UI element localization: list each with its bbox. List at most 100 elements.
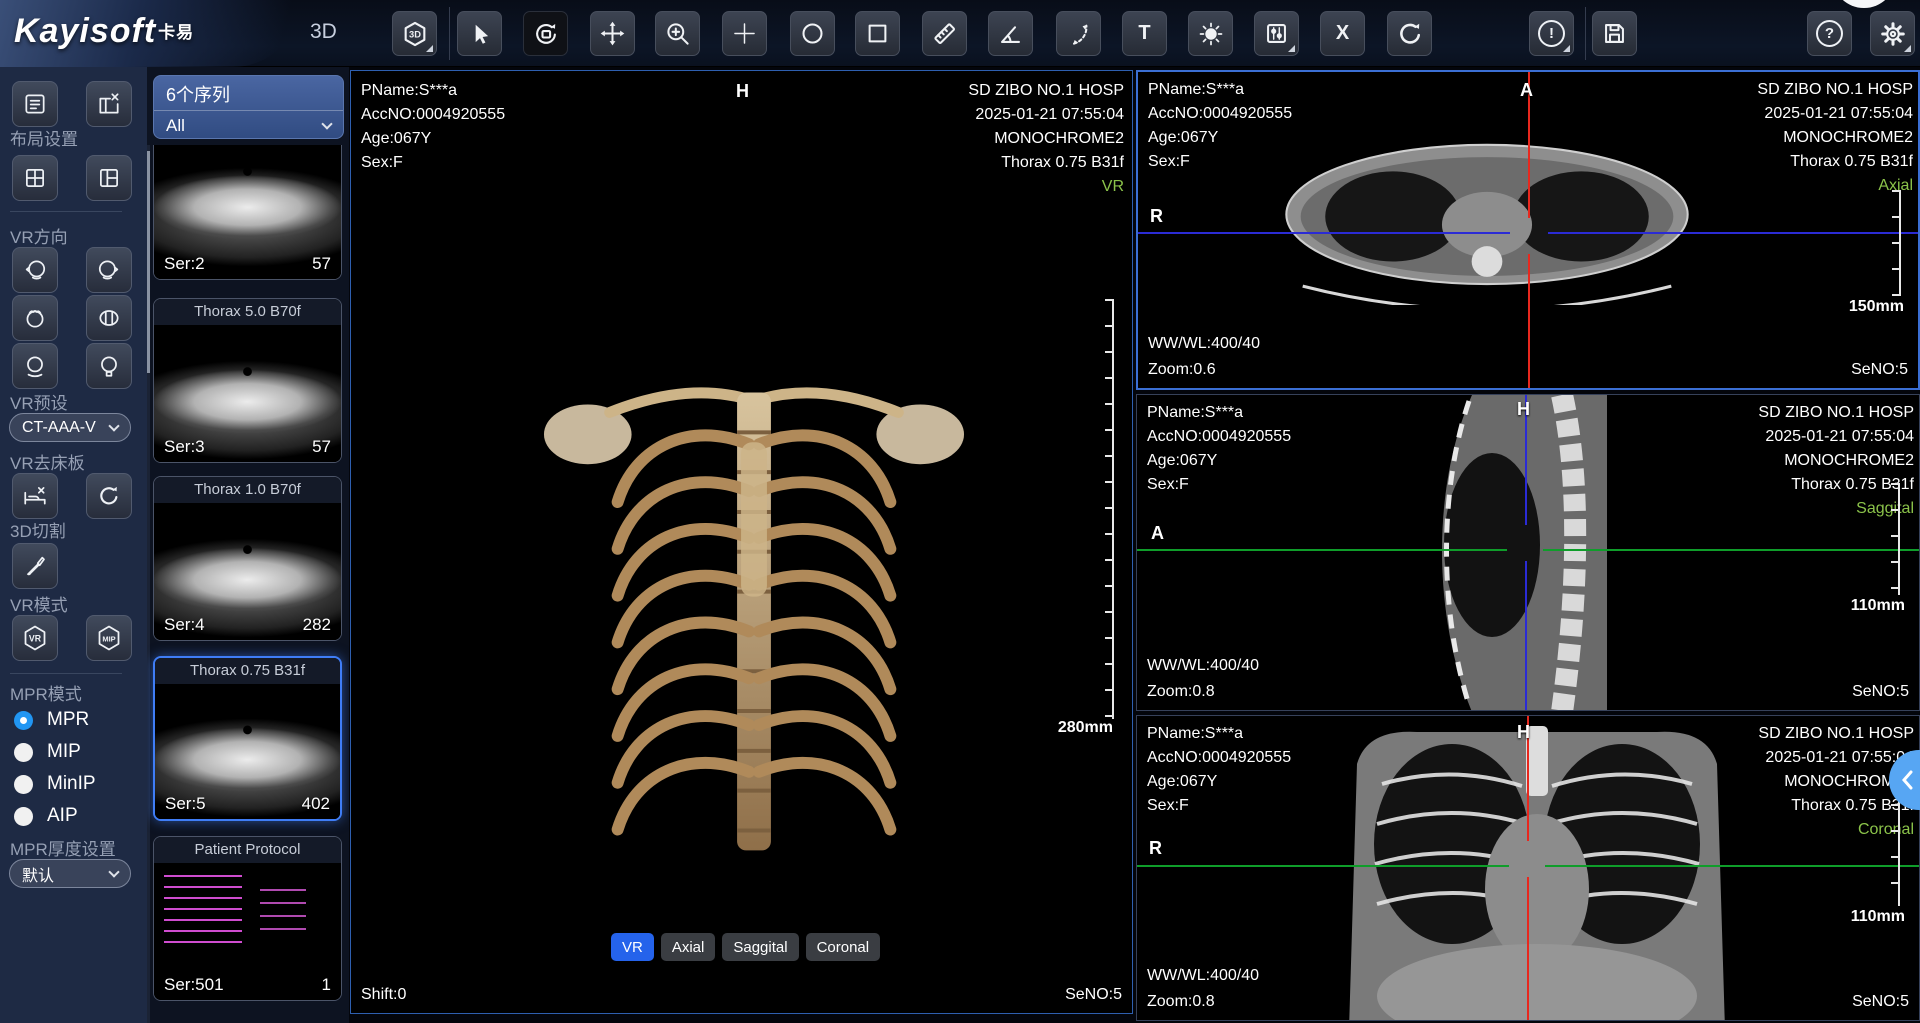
crosshair-horizontal-left[interactable] — [1137, 549, 1507, 551]
adjust-levels-button[interactable] — [1254, 11, 1299, 56]
crosshair-horizontal-right[interactable] — [1548, 232, 1918, 234]
coronal-view-button[interactable]: Coronal — [806, 933, 881, 961]
zoom-value: Zoom:0.6 — [1148, 358, 1216, 382]
text-annotation-button[interactable]: T — [1122, 11, 1167, 56]
zoom-value: Zoom:0.8 — [1147, 680, 1215, 704]
3d-cut-label: 3D切割 — [10, 517, 66, 542]
save-button[interactable] — [1592, 11, 1637, 56]
layout-split-button[interactable] — [86, 155, 132, 201]
top-toolbar: Kayisoft卡易 3D 3D — [0, 0, 1920, 67]
levels-sliders-icon — [1263, 20, 1290, 47]
bed-removal-button[interactable] — [12, 473, 58, 519]
axial-view-button[interactable]: Axial — [661, 933, 716, 961]
crosshair-horizontal-left[interactable] — [1137, 865, 1509, 867]
photometric: MONOCHROME2 — [968, 127, 1124, 151]
series-card-ser5-selected[interactable]: Thorax 0.75 B31f Ser:5 402 — [153, 656, 342, 821]
delete-annotations-button[interactable]: X — [1320, 11, 1365, 56]
vr-head-back-button[interactable] — [86, 343, 132, 389]
series-filter-value: All — [166, 116, 185, 136]
save-floppy-icon — [1601, 20, 1628, 47]
vr-head-band-button[interactable] — [86, 295, 132, 341]
vr-head-right-button[interactable] — [86, 247, 132, 293]
mpr-mode-radio-minip[interactable]: MinIP — [14, 773, 96, 795]
radio-icon[interactable] — [14, 807, 33, 826]
series-number-overlay: SeNO:5 — [1852, 990, 1909, 1014]
pan-tool-button[interactable] — [590, 11, 635, 56]
zoom-tool-button[interactable] — [655, 11, 700, 56]
mpr-thickness-label: MPR厚度设置 — [10, 835, 116, 860]
patient-sex: Sex:F — [1148, 150, 1292, 174]
chevron-down-icon — [108, 420, 119, 431]
series-card-ser4[interactable]: Thorax 1.0 B70f Ser:4 282 — [153, 476, 342, 641]
radio-selected-icon[interactable] — [14, 711, 33, 730]
radio-label: MinIP — [47, 773, 96, 795]
scale-label: 110mm — [1851, 597, 1905, 615]
reset-view-button[interactable] — [1387, 11, 1432, 56]
cobb-angle-tool-button[interactable] — [1056, 11, 1101, 56]
vr-head-left-button[interactable] — [12, 247, 58, 293]
crosshair-horizontal-right[interactable] — [1543, 549, 1919, 551]
coronal-viewport[interactable]: H R PName:S***a AccNO:0004920555 Age:067… — [1136, 715, 1920, 1021]
avatar[interactable] — [1832, 0, 1896, 8]
patient-name: PName:S***a — [361, 79, 505, 103]
vr-preset-select[interactable]: CT-AAA-V — [9, 413, 131, 442]
window-level-button[interactable] — [1188, 11, 1233, 56]
settings-button[interactable] — [1870, 11, 1915, 56]
series-filter-select[interactable]: All — [154, 110, 343, 139]
layout-grid-button[interactable] — [12, 155, 58, 201]
help-button[interactable]: ? — [1807, 11, 1852, 56]
hospital-name: SD ZIBO NO.1 HOSP — [968, 79, 1124, 103]
3d-view-selector-button[interactable]: 3D — [392, 11, 437, 56]
layout-split-icon — [96, 165, 122, 191]
crosshair-horizontal-left[interactable] — [1138, 232, 1510, 234]
rotate-3d-icon — [532, 20, 560, 48]
vr-head-top-button[interactable] — [12, 295, 58, 341]
series-card-ser2[interactable]: Ser:2 57 — [153, 145, 342, 280]
chevron-down-icon — [321, 118, 332, 129]
vr-mode-vr-button[interactable]: VR — [12, 615, 58, 661]
series-card-ser501[interactable]: Patient Protocol Ser:501 1 — [153, 836, 342, 1001]
crosshair-tool-button[interactable] — [722, 11, 767, 56]
mpr-mode-radio-aip[interactable]: AIP — [14, 805, 78, 827]
bed-removal-reset-button[interactable] — [86, 473, 132, 519]
study-datetime: 2025-01-21 07:55:04 — [1758, 746, 1914, 770]
toolbar-divider — [1585, 7, 1586, 60]
mpr-thickness-select[interactable]: 默认 — [9, 859, 131, 888]
crosshair-vertical-bottom[interactable] — [1528, 254, 1530, 388]
saggital-view-button[interactable]: Saggital — [722, 933, 798, 961]
series-card-ser3[interactable]: Thorax 5.0 B70f Ser:3 57 — [153, 298, 342, 463]
mpr-mode-radio-mpr[interactable]: MPR — [14, 709, 89, 731]
crosshair-icon — [731, 20, 758, 47]
radio-icon[interactable] — [14, 743, 33, 762]
ellipse-roi-button[interactable] — [790, 11, 835, 56]
crosshair-vertical-bottom[interactable] — [1525, 561, 1527, 710]
radio-icon[interactable] — [14, 775, 33, 794]
layout-x-icon — [96, 91, 122, 117]
layout-close-button[interactable] — [86, 81, 132, 127]
vr-mode-mip-button[interactable]: MIP — [86, 615, 132, 661]
report-button[interactable]: ! — [1529, 11, 1574, 56]
vr-view-button[interactable]: VR — [611, 933, 654, 961]
rect-roi-button[interactable] — [855, 11, 900, 56]
svg-text:VR: VR — [29, 633, 42, 643]
cursor-tool-button[interactable] — [457, 11, 502, 56]
mpr-mode-radio-mip[interactable]: MIP — [14, 741, 81, 763]
series-number: Ser:5 — [165, 794, 206, 814]
rotate-3d-tool-button[interactable] — [523, 11, 568, 56]
orientation-marker-top: H — [736, 81, 749, 102]
alert-icon: ! — [1538, 20, 1565, 47]
vr-viewport[interactable]: PName:S***a AccNO:0004920555 Age:067Y Se… — [350, 70, 1133, 1014]
crosshair-vertical-bottom[interactable] — [1527, 877, 1529, 1020]
angle-tool-button[interactable] — [988, 11, 1033, 56]
app-logo: Kayisoft卡易 — [14, 12, 194, 51]
crosshair-horizontal-right[interactable] — [1545, 865, 1919, 867]
coronal-ct-image — [1302, 724, 1772, 1021]
sagittal-viewport[interactable]: H A PName:S***a AccNO:0004920555 Age:067… — [1136, 394, 1920, 711]
photometric: MONOCHROME2 — [1758, 449, 1914, 473]
3d-cut-scalpel-button[interactable] — [12, 543, 58, 589]
bed-remove-icon — [22, 483, 48, 509]
axial-viewport[interactable]: A R PName:S***a AccNO:0004920555 Age:067… — [1136, 70, 1920, 390]
ruler-tool-button[interactable] — [922, 11, 967, 56]
layout-preset-list-button[interactable] — [12, 81, 58, 127]
vr-head-front-button[interactable] — [12, 343, 58, 389]
